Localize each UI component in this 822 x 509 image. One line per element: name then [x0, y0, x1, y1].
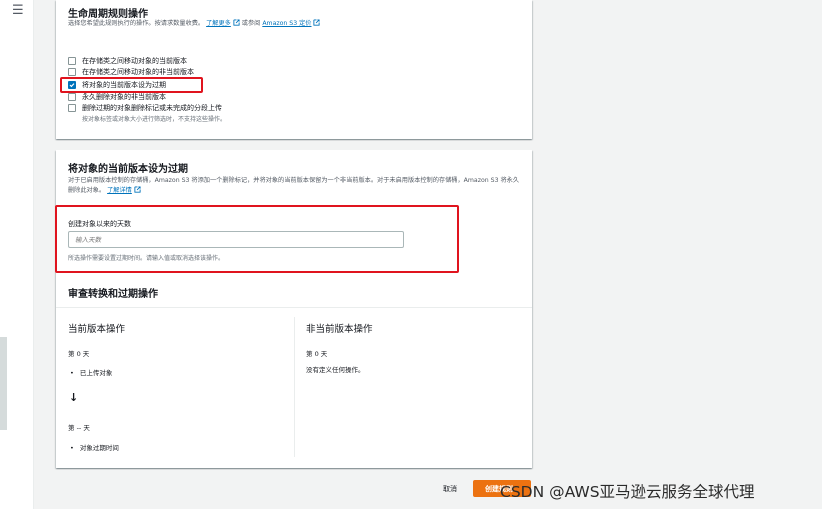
current-upload-item: 已上传对象 [70, 367, 113, 377]
current-day-blank: 第 -- 天 [68, 424, 90, 432]
noncurrent-day0: 第 0 天 [306, 350, 328, 358]
arrow-down-icon: ↓ [69, 391, 79, 404]
checkbox[interactable] [68, 93, 76, 101]
scrollbar-thumb[interactable] [0, 337, 7, 430]
left-rail: ☰ [0, 0, 34, 509]
details-link[interactable]: 了解详情 [107, 187, 132, 194]
lifecycle-actions-title: 生命周期规则操作 [68, 9, 148, 20]
expire-current-title: 将对象的当前版本设为过期 [68, 164, 188, 175]
cancel-button[interactable]: 取消 [443, 484, 457, 494]
checkbox[interactable] [68, 68, 76, 76]
menu-icon[interactable]: ☰ [12, 3, 24, 18]
column-divider [294, 317, 295, 457]
option-label: 在存储类之间移动对象的当前版本 [82, 57, 187, 65]
current-day0: 第 0 天 [68, 350, 90, 358]
highlight-box-checkbox [60, 77, 203, 93]
option-label: 删除过期的对象删除标记或未完成的分段上传 [82, 104, 222, 112]
external-link-icon [313, 19, 321, 26]
checkbox[interactable] [68, 104, 76, 112]
external-link-icon [233, 19, 240, 26]
noncurrent-version-actions-title: 非当前版本操作 [306, 324, 373, 335]
expire-current-description: 对于已启用版本控制的存储桶，Amazon S3 将添加一个删除标记，并将对象的当… [68, 176, 524, 195]
lifecycle-actions-panel: 生命周期规则操作 选择您希望此规则执行的操作。按请求数量收费。 了解更多 或参阅… [56, 0, 532, 139]
description-mid: 或参阅 [241, 20, 261, 27]
option-move-current-versions[interactable]: 在存储类之间移动对象的当前版本 [68, 56, 187, 66]
review-title: 审查转换和过期操作 [68, 289, 158, 300]
highlight-box-days-field [55, 205, 459, 273]
checkbox[interactable] [68, 57, 76, 65]
description-text: 选择您希望此规则执行的操作。按请求数量收费。 [68, 20, 205, 27]
external-link-icon [134, 185, 141, 193]
option-delete-noncurrent-versions[interactable]: 永久删除对象的非当前版本 [68, 92, 166, 102]
divider [56, 307, 532, 308]
option-label: 在存储类之间移动对象的非当前版本 [82, 68, 194, 76]
watermark: CSDN @AWS亚马逊云服务全球代理 [500, 483, 755, 501]
learn-more-link[interactable]: 了解更多 [206, 20, 231, 27]
option-delete-expired-markers[interactable]: 删除过期的对象删除标记或未完成的分段上传 [68, 103, 222, 113]
s3-pricing-link[interactable]: Amazon S3 定价 [262, 20, 311, 27]
options-hint: 按对象标签或对象大小进行筛选时，不支持这些操作。 [82, 116, 227, 123]
current-expire-item: 对象过期时间 [70, 442, 119, 452]
noncurrent-none: 没有定义任何操作。 [306, 366, 365, 374]
lifecycle-actions-description: 选择您希望此规则执行的操作。按请求数量收费。 了解更多 或参阅 Amazon S… [68, 19, 321, 29]
current-version-actions-title: 当前版本操作 [68, 324, 126, 335]
option-move-noncurrent-versions[interactable]: 在存储类之间移动对象的非当前版本 [68, 67, 194, 77]
option-label: 永久删除对象的非当前版本 [82, 93, 166, 101]
expire-current-panel: 将对象的当前版本设为过期 对于已启用版本控制的存储桶，Amazon S3 将添加… [56, 150, 532, 468]
